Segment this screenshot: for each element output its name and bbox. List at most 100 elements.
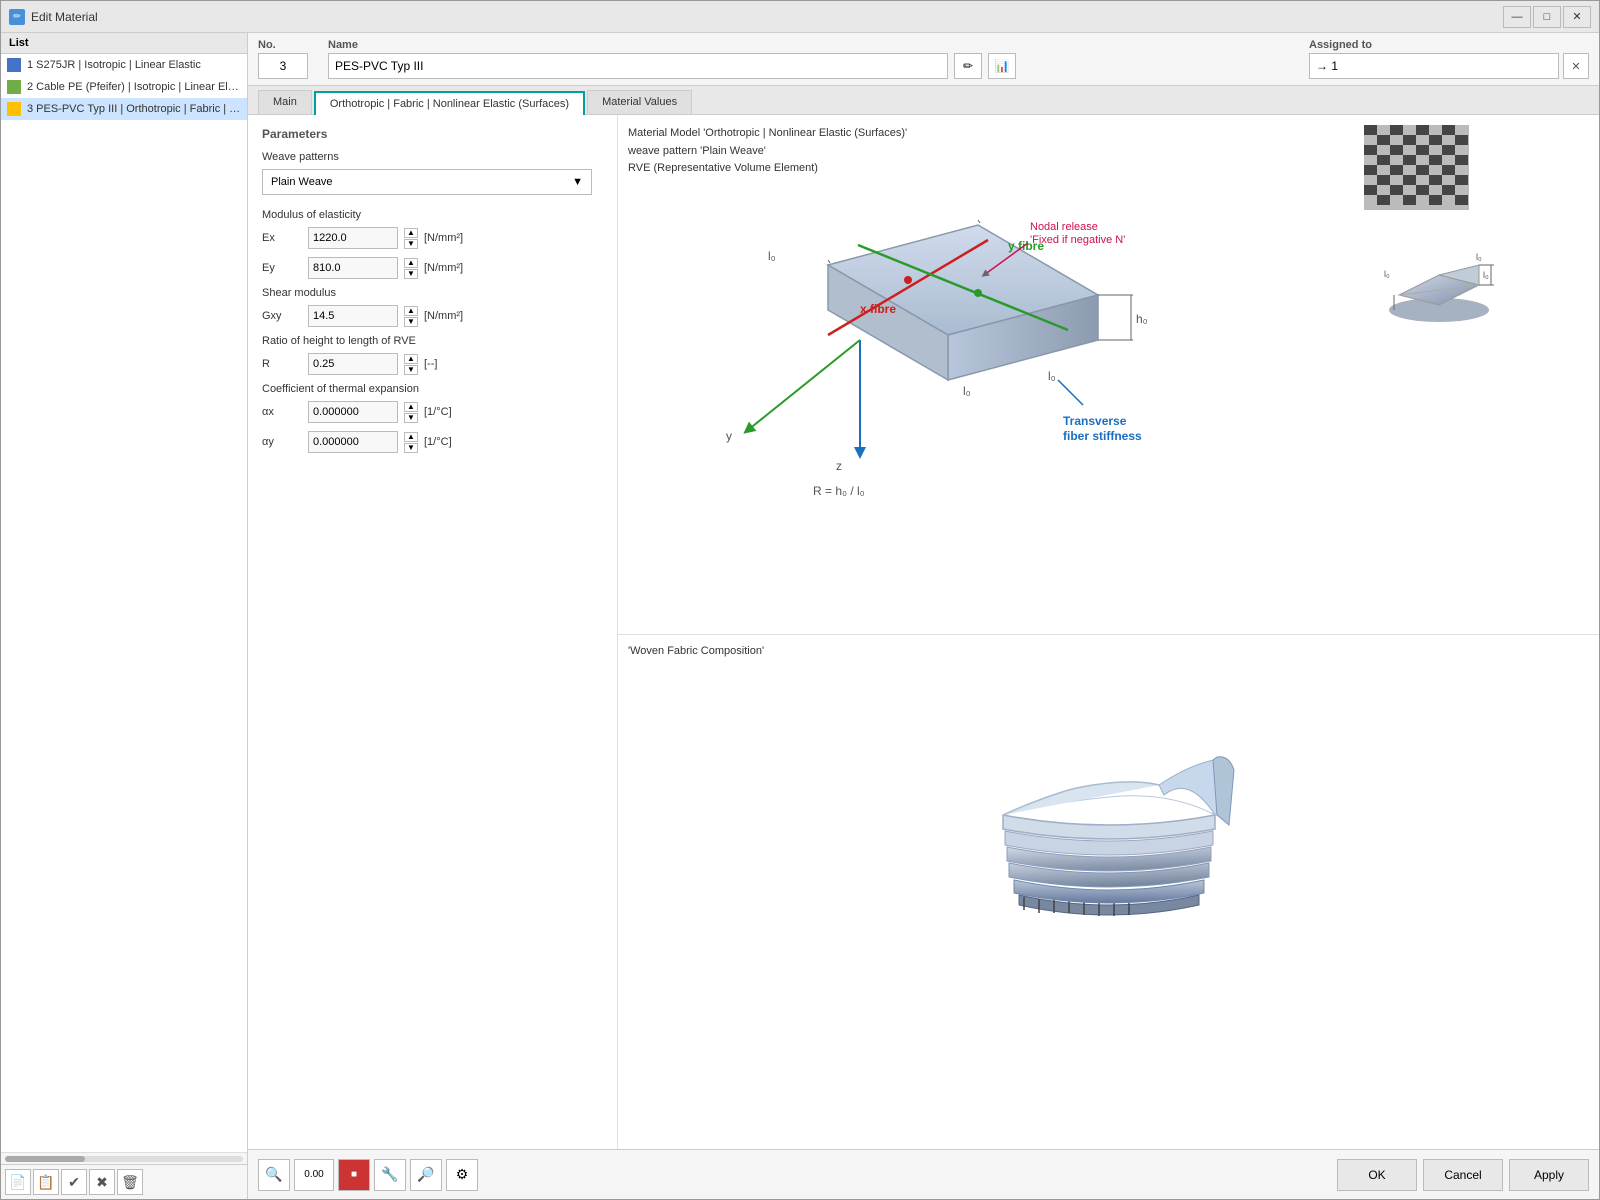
ay-spinners: ▲ ▼: [404, 432, 418, 453]
weave-patterns-dropdown[interactable]: Plain Weave ▼: [262, 169, 592, 195]
sidebar: List 1 S275JR | Isotropic | Linear Elast…: [1, 33, 248, 1199]
right-panel: No. 3 Name PES-PVC Typ III ✏ 📊 Assigned …: [248, 33, 1599, 1199]
ax-input[interactable]: 0.000000: [308, 401, 398, 423]
fold-shape-image: l₀ l₀ l₀: [1379, 235, 1499, 330]
sidebar-item-label-3: 3 PES-PVC Typ III | Orthotropic | Fabric…: [27, 103, 241, 115]
apply-button[interactable]: Apply: [1509, 1159, 1589, 1191]
ay-row: αy 0.000000 ▲ ▼ [1/°C]: [262, 431, 603, 453]
titlebar: ✏ Edit Material — □ ✕: [1, 1, 1599, 33]
no-label: No.: [258, 39, 308, 51]
sidebar-add-button[interactable]: 📄: [5, 1169, 31, 1195]
assigned-label: Assigned to: [1309, 39, 1589, 51]
ex-spinner-down[interactable]: ▼: [404, 239, 418, 249]
r-spinner-down[interactable]: ▼: [404, 365, 418, 375]
gxy-spinners: ▲ ▼: [404, 306, 418, 327]
assigned-value: → 1: [1309, 53, 1559, 79]
sidebar-item-3[interactable]: 3 PES-PVC Typ III | Orthotropic | Fabric…: [1, 98, 247, 120]
sidebar-list: 1 S275JR | Isotropic | Linear Elastic 2 …: [1, 54, 247, 1152]
ay-spinner-up[interactable]: ▲: [404, 432, 418, 442]
ex-input[interactable]: 1220.0: [308, 227, 398, 249]
weave-pattern-image: [1364, 125, 1469, 210]
svg-text:fiber stiffness: fiber stiffness: [1063, 429, 1142, 443]
svg-text:z: z: [836, 459, 842, 473]
ey-spinners: ▲ ▼: [404, 258, 418, 279]
minimize-button[interactable]: —: [1503, 6, 1531, 28]
tool-color-button[interactable]: ■: [338, 1159, 370, 1191]
bottom-bar: 🔍 0.00 ■ 🔧 🔎 ⚙ OK Cancel Apply: [248, 1149, 1599, 1199]
tool-settings-button[interactable]: 🔧: [374, 1159, 406, 1191]
ey-input[interactable]: 810.0: [308, 257, 398, 279]
bottom-tools: 🔍 0.00 ■ 🔧 🔎 ⚙: [258, 1159, 478, 1191]
gxy-label: Gxy: [262, 310, 302, 322]
visualization-panel: Material Model 'Orthotropic | Nonlinear …: [618, 115, 1599, 1149]
ey-spinner-up[interactable]: ▲: [404, 258, 418, 268]
scrollbar[interactable]: [1, 1152, 247, 1164]
gxy-input[interactable]: 14.5: [308, 305, 398, 327]
ex-spinner-up[interactable]: ▲: [404, 228, 418, 238]
tool-value-button[interactable]: 0.00: [294, 1159, 334, 1191]
ay-label: αy: [262, 436, 302, 448]
sidebar-item-label-1: 1 S275JR | Isotropic | Linear Elastic: [27, 59, 201, 71]
ax-label: αx: [262, 406, 302, 418]
sidebar-item-2[interactable]: 2 Cable PE (Pfeifer) | Isotropic | Linea…: [1, 76, 247, 98]
sidebar-copy-button[interactable]: 📋: [33, 1169, 59, 1195]
maximize-button[interactable]: □: [1533, 6, 1561, 28]
sidebar-delete-button[interactable]: 🗑: [117, 1169, 143, 1195]
content-area: Parameters Weave patterns Plain Weave ▼ …: [248, 115, 1599, 1149]
weave-patterns-value: Plain Weave: [271, 176, 333, 188]
svg-text:l₀: l₀: [1483, 270, 1489, 280]
tab-material-values[interactable]: Material Values: [587, 90, 692, 114]
svg-text:l₀: l₀: [1384, 269, 1390, 279]
ratio-label: Ratio of height to length of RVE: [262, 335, 603, 347]
ax-unit: [1/°C]: [424, 406, 452, 418]
dialog-buttons: OK Cancel Apply: [1337, 1159, 1589, 1191]
tool-search-button[interactable]: 🔍: [258, 1159, 290, 1191]
model-line1: Material Model 'Orthotropic | Nonlinear …: [628, 127, 907, 139]
name-edit-button[interactable]: ✏: [954, 53, 982, 79]
tab-main[interactable]: Main: [258, 90, 312, 114]
tool-zoom-button[interactable]: 🔎: [410, 1159, 442, 1191]
ex-row: Ex 1220.0 ▲ ▼ [N/mm²]: [262, 227, 603, 249]
svg-text:R = h₀ / l₀: R = h₀ / l₀: [813, 484, 865, 498]
sidebar-check-button[interactable]: ✖: [89, 1169, 115, 1195]
svg-text:Transverse: Transverse: [1063, 414, 1127, 428]
assigned-close-button[interactable]: ✕: [1563, 53, 1589, 79]
fabric-composition-area: 'Woven Fabric Composition': [618, 635, 1599, 1149]
cancel-button[interactable]: Cancel: [1423, 1159, 1503, 1191]
assigned-group: Assigned to → 1 ✕: [1309, 39, 1589, 79]
fabric-image: [628, 665, 1589, 945]
name-field[interactable]: PES-PVC Typ III: [328, 53, 948, 79]
ay-spinner-down[interactable]: ▼: [404, 443, 418, 453]
ax-spinner-up[interactable]: ▲: [404, 402, 418, 412]
sidebar-confirm-button[interactable]: ✔: [61, 1169, 87, 1195]
name-group: Name PES-PVC Typ III ✏ 📊: [328, 39, 1016, 79]
gxy-spinner-down[interactable]: ▼: [404, 317, 418, 327]
svg-text:Nodal release: Nodal release: [1030, 221, 1098, 233]
ex-label: Ex: [262, 232, 302, 244]
gxy-spinner-up[interactable]: ▲: [404, 306, 418, 316]
ok-button[interactable]: OK: [1337, 1159, 1417, 1191]
tab-orthotropic[interactable]: Orthotropic | Fabric | Nonlinear Elastic…: [314, 91, 585, 115]
ey-spinner-down[interactable]: ▼: [404, 269, 418, 279]
r-input[interactable]: 0.25: [308, 353, 398, 375]
titlebar-buttons: — □ ✕: [1503, 6, 1591, 28]
close-button[interactable]: ✕: [1563, 6, 1591, 28]
rve-3d-diagram: x fibre y fibre Nodal release 'Fixed if …: [668, 185, 1228, 525]
params-title: Parameters: [262, 127, 603, 141]
tool-config-button[interactable]: ⚙: [446, 1159, 478, 1191]
ax-spinner-down[interactable]: ▼: [404, 413, 418, 423]
modulus-label: Modulus of elasticity: [262, 209, 603, 221]
color-swatch-3: [7, 102, 21, 116]
fabric-composition-label: 'Woven Fabric Composition': [628, 645, 1589, 657]
top-info-bar: No. 3 Name PES-PVC Typ III ✏ 📊 Assigned …: [248, 33, 1599, 86]
shear-label: Shear modulus: [262, 287, 603, 299]
sidebar-item-label-2: 2 Cable PE (Pfeifer) | Isotropic | Linea…: [27, 81, 241, 93]
ay-input[interactable]: 0.000000: [308, 431, 398, 453]
svg-text:l₀: l₀: [1476, 252, 1482, 262]
svg-text:x fibre: x fibre: [860, 302, 896, 316]
sidebar-item-1[interactable]: 1 S275JR | Isotropic | Linear Elastic: [1, 54, 247, 76]
svg-text:l₀: l₀: [963, 384, 971, 398]
ex-unit: [N/mm²]: [424, 232, 463, 244]
r-spinner-up[interactable]: ▲: [404, 354, 418, 364]
name-info-button[interactable]: 📊: [988, 53, 1016, 79]
